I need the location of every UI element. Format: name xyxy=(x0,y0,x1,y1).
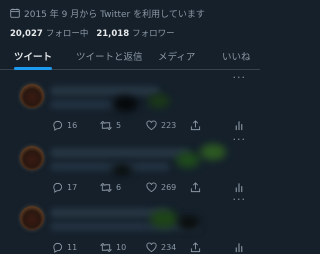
more-icon[interactable]: ··· xyxy=(233,134,247,145)
tab-tweets[interactable]: ツイート xyxy=(14,42,53,70)
reply-icon xyxy=(52,120,63,131)
share-icon xyxy=(190,181,201,193)
blurred-tweet-text xyxy=(50,86,160,96)
analytics-button[interactable] xyxy=(234,240,244,254)
tweet[interactable]: ··· 16 5 223 xyxy=(0,72,260,132)
blurred-media xyxy=(150,210,178,228)
reply-count: 16 xyxy=(67,120,78,130)
reply-button[interactable]: 11 xyxy=(52,240,77,254)
like-count: 269 xyxy=(161,182,177,192)
join-date-text: 2015 年 9 月から Twitter を利用しています xyxy=(24,9,205,20)
more-icon[interactable]: ··· xyxy=(233,194,247,205)
retweet-button[interactable]: 10 xyxy=(100,240,126,254)
blurred-media xyxy=(148,94,170,108)
blurred-media xyxy=(176,152,200,168)
profile-tabs: ツイート ツイートと返信 メディア いいね xyxy=(0,42,260,70)
like-count: 223 xyxy=(161,120,177,130)
tab-tweets-and-replies[interactable]: ツイートと返信 xyxy=(76,42,143,69)
reply-button[interactable]: 16 xyxy=(52,118,77,132)
profile-page: 2015 年 9 月から Twitter を利用しています 20,027 フォロー… xyxy=(0,0,260,254)
tab-media[interactable]: メディア xyxy=(158,42,195,69)
like-button[interactable]: 234 xyxy=(146,240,176,254)
tweet[interactable]: ··· 17 6 269 xyxy=(0,134,260,194)
avatar[interactable] xyxy=(20,84,44,108)
analytics-button[interactable] xyxy=(234,180,244,194)
blurred-tweet-text xyxy=(50,162,170,171)
tweet-actions: 16 5 223 xyxy=(0,118,260,132)
like-icon xyxy=(146,120,157,131)
followers-count: 21,018 xyxy=(96,29,130,39)
tweet-actions: 17 6 269 xyxy=(0,180,260,194)
retweet-button[interactable]: 6 xyxy=(100,180,121,194)
reply-icon xyxy=(52,182,63,193)
blurred-media xyxy=(200,144,226,160)
retweet-icon xyxy=(100,120,112,131)
retweet-icon xyxy=(100,242,112,253)
like-icon xyxy=(146,182,157,193)
tab-tweets-and-replies-label: ツイートと返信 xyxy=(76,51,143,63)
tab-tweets-label: ツイート xyxy=(14,51,53,63)
retweet-count: 6 xyxy=(116,182,122,192)
tab-media-label: メディア xyxy=(158,51,196,63)
retweet-button[interactable]: 5 xyxy=(100,118,121,132)
like-button[interactable]: 269 xyxy=(146,180,176,194)
blurred-media xyxy=(112,96,138,112)
followers-label: フォロワー xyxy=(132,29,175,39)
avatar[interactable] xyxy=(20,146,44,170)
retweet-count: 10 xyxy=(116,242,127,252)
following-count: 20,027 xyxy=(10,29,43,39)
reply-button[interactable]: 17 xyxy=(52,180,77,194)
retweet-icon xyxy=(100,182,112,193)
tweet-actions: 11 10 234 xyxy=(0,240,260,254)
follow-stats: 20,027 フォロー中 21,018 フォロワー xyxy=(10,27,175,39)
like-count: 234 xyxy=(161,242,177,252)
analytics-icon xyxy=(234,242,244,253)
following-link[interactable]: 20,027 フォロー中 xyxy=(10,27,88,39)
share-icon xyxy=(190,241,201,253)
tab-likes-label: いいね xyxy=(222,51,251,63)
reply-icon xyxy=(52,242,63,253)
share-button[interactable] xyxy=(190,240,201,254)
blurred-media xyxy=(178,216,200,230)
analytics-icon xyxy=(234,182,244,193)
share-button[interactable] xyxy=(190,118,201,132)
followers-link[interactable]: 21,018 フォロワー xyxy=(96,27,174,39)
following-label: フォロー中 xyxy=(45,29,89,39)
share-icon xyxy=(190,119,201,131)
reply-count: 17 xyxy=(67,182,78,192)
blurred-media xyxy=(112,164,132,176)
join-date: 2015 年 9 月から Twitter を利用しています xyxy=(10,6,205,20)
tweet[interactable]: ··· 11 10 234 xyxy=(0,194,260,254)
like-icon xyxy=(146,242,157,253)
share-button[interactable] xyxy=(190,180,201,194)
avatar[interactable] xyxy=(20,206,44,230)
calendar-icon xyxy=(10,8,20,18)
active-tab-indicator xyxy=(14,67,53,70)
like-button[interactable]: 223 xyxy=(146,118,176,132)
more-icon[interactable]: ··· xyxy=(233,72,247,83)
analytics-icon xyxy=(234,120,244,131)
blurred-tweet-text xyxy=(50,148,190,158)
reply-count: 11 xyxy=(67,242,78,252)
tab-likes[interactable]: いいね xyxy=(222,42,251,69)
analytics-button[interactable] xyxy=(234,118,244,132)
retweet-count: 5 xyxy=(116,120,122,130)
